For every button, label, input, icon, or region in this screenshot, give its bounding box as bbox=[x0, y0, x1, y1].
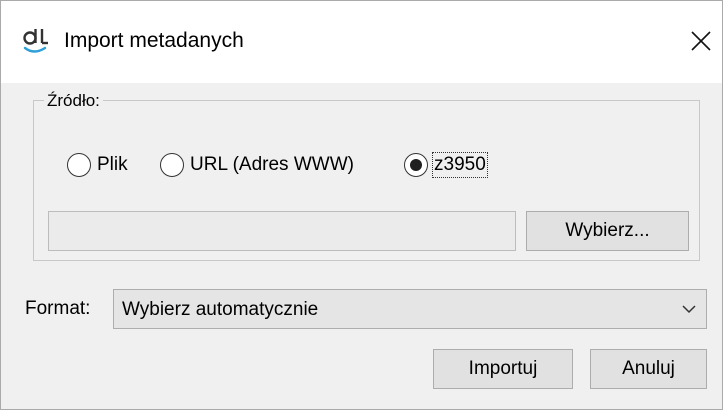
window-title: Import metadanych bbox=[64, 29, 244, 52]
browse-button[interactable]: Wybierz... bbox=[526, 211, 689, 251]
radio-file-label: Plik bbox=[97, 154, 128, 175]
format-select-value: Wybierz automatycznie bbox=[122, 299, 319, 320]
format-label: Format: bbox=[25, 298, 91, 319]
source-path-input[interactable] bbox=[48, 211, 516, 251]
dialog-body: Źródło: Plik URL (Adres WWW) z3950 Wybie… bbox=[1, 83, 722, 409]
radio-file-indicator[interactable] bbox=[67, 153, 91, 177]
format-select[interactable]: Wybierz automatycznie bbox=[113, 289, 707, 329]
radio-url[interactable]: URL (Adres WWW) bbox=[160, 153, 354, 177]
source-group-label: Źródło: bbox=[44, 91, 103, 111]
radio-z3950-label: z3950 bbox=[432, 152, 488, 178]
close-button[interactable] bbox=[687, 27, 715, 55]
close-icon bbox=[691, 31, 711, 51]
radio-url-indicator[interactable] bbox=[160, 153, 184, 177]
cancel-button[interactable]: Anuluj bbox=[590, 349, 707, 389]
import-metadata-dialog: Import metadanych Źródło: Plik URL (Adre… bbox=[0, 0, 723, 410]
dl-logo-icon bbox=[23, 29, 48, 53]
title-bar: Import metadanych bbox=[1, 1, 722, 83]
radio-z3950-indicator[interactable] bbox=[404, 153, 428, 177]
import-button[interactable]: Importuj bbox=[433, 349, 573, 389]
chevron-down-icon bbox=[682, 305, 696, 314]
radio-z3950[interactable]: z3950 bbox=[404, 152, 488, 178]
radio-selected-dot bbox=[410, 159, 422, 171]
radio-url-label: URL (Adres WWW) bbox=[190, 154, 354, 175]
radio-file[interactable]: Plik bbox=[67, 153, 128, 177]
